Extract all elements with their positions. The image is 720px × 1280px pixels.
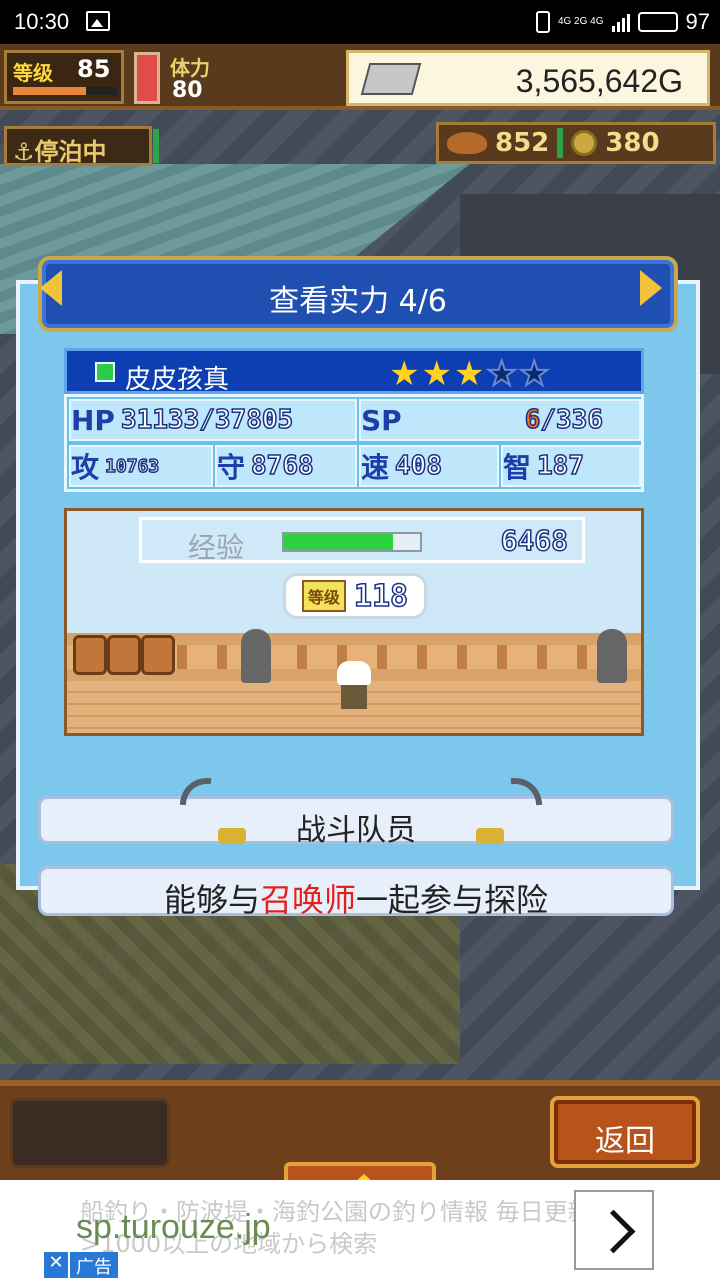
- battery-level: 97: [685, 9, 710, 34]
- exp-value: 6468: [500, 523, 569, 558]
- attack-value: 10763: [104, 455, 160, 478]
- resource-box: 852 380: [436, 122, 716, 164]
- vibrate-icon: [535, 11, 550, 33]
- sp-stat: SP 6 /336: [359, 399, 641, 441]
- shell-count: 852: [495, 128, 550, 158]
- dialog-titlebar: 查看实力 4/6: [38, 256, 678, 332]
- expand-up-button[interactable]: [284, 1162, 436, 1180]
- description-bar: 能够与召唤师一起参与探险: [38, 866, 674, 919]
- hp-value: 31133/37805: [120, 404, 294, 436]
- ad-tag: 广告: [70, 1252, 118, 1278]
- stamina-gauge: [134, 52, 160, 104]
- character-name: 皮皮孩真: [125, 365, 230, 395]
- ad-banner[interactable]: 船釣り・防波堤・海釣公園の釣り情報 毎日更新>1000以上の地域から検索 sp.…: [0, 1180, 720, 1280]
- star-icon: ★: [389, 354, 420, 394]
- sword-hilt-icon: [476, 828, 504, 844]
- top-hud: 等级 85 体力 80 3,565,642G: [0, 44, 720, 110]
- player-level-box: 等级 85: [4, 50, 124, 104]
- rank-stars: ★ ★ ★ ★ ★: [389, 354, 551, 394]
- defense-label: 守: [217, 451, 246, 484]
- next-arrow-icon[interactable]: [640, 270, 662, 306]
- exp-label: 经验: [188, 531, 245, 564]
- back-button[interactable]: 返回: [550, 1096, 700, 1168]
- empty-star-icon: ★: [518, 354, 551, 394]
- sword-hilt-icon: [218, 828, 246, 844]
- stamina-box: 体力 80: [166, 50, 336, 104]
- dialog-title: 查看实力 4/6: [269, 284, 447, 319]
- gold-box: 3,565,642G: [346, 50, 710, 106]
- defense-stat: 守 8768: [215, 445, 357, 487]
- character-sprite: [337, 661, 371, 711]
- barrel-icon: [107, 635, 141, 675]
- battery-icon: [637, 12, 678, 32]
- game-view: 等级 85 体力 80 3,565,642G ⚓停泊中 852 380 查看实力…: [0, 44, 720, 1180]
- stamina-label: 体力: [170, 56, 210, 80]
- character-level-label: 等级: [301, 580, 346, 612]
- description-highlight: 召唤师: [259, 881, 356, 919]
- character-name-bar: 皮皮孩真 ★ ★ ★ ★ ★: [64, 348, 644, 395]
- network-type: 4G 2G 4G: [557, 16, 604, 27]
- role-description: 能够与召唤师一起参与探险: [163, 881, 549, 919]
- attack-label: 攻: [71, 451, 100, 484]
- intellect-value: 187: [536, 450, 584, 482]
- sp-max: /336: [540, 404, 604, 436]
- player-level: 85: [77, 55, 111, 83]
- hp-label: HP: [71, 403, 115, 437]
- empty-slot: [10, 1098, 170, 1168]
- star-icon: ★: [453, 354, 485, 394]
- speed-value: 408: [394, 450, 442, 482]
- image-notification-icon: [86, 11, 110, 31]
- ad-next-button[interactable]: [574, 1190, 654, 1270]
- back-button-label: 返回: [595, 1124, 655, 1159]
- resource-divider: [557, 128, 564, 158]
- exp-bar: 经验 6468: [139, 517, 585, 564]
- gem-icon: [95, 362, 115, 382]
- prev-arrow-icon[interactable]: [40, 270, 62, 306]
- intellect-label: 智: [503, 451, 532, 484]
- signal-icon: [611, 12, 630, 32]
- anchor-status: ⚓停泊中: [4, 126, 159, 166]
- gold-value: 3,565,642G: [515, 63, 683, 99]
- role-label: 战斗队员: [296, 813, 416, 848]
- anchor-status-label: 停泊中: [34, 138, 107, 166]
- stamina-value: 80: [172, 78, 203, 103]
- status-bar: 10:30 4G 2G 4G 97: [0, 0, 720, 44]
- stats-panel: HP 31133/37805 SP 6 /336 攻 10763 守 8768 …: [64, 394, 644, 492]
- ad-close-icon[interactable]: ✕: [44, 1252, 68, 1278]
- cannon-icon: [241, 629, 271, 683]
- level-label: 等级: [13, 61, 53, 85]
- speed-stat: 速 408: [359, 445, 499, 487]
- exp-progress: [282, 532, 422, 552]
- attack-stat: 攻 10763: [69, 445, 213, 487]
- barrel-icon: [141, 635, 175, 675]
- star-icon: ★: [421, 354, 452, 394]
- coin-count: 380: [605, 128, 660, 158]
- character-scene: 经验 6468 等级 118: [64, 508, 644, 736]
- barrel-icon: [73, 635, 107, 675]
- role-bar: 战斗队员: [38, 796, 674, 848]
- player-xp-bar: [13, 87, 117, 95]
- hp-stat: HP 31133/37805: [69, 399, 357, 441]
- sp-label: SP: [361, 403, 402, 437]
- defense-value: 8768: [250, 450, 314, 482]
- cannon-icon: [597, 629, 627, 683]
- gold-bar-icon: [360, 63, 422, 95]
- intellect-stat: 智 187: [501, 445, 641, 487]
- ad-url[interactable]: sp.turouze.jp: [76, 1208, 271, 1247]
- coin-icon: [571, 130, 598, 156]
- speed-label: 速: [361, 451, 390, 484]
- clock: 10:30: [14, 9, 70, 34]
- shell-icon: [447, 132, 487, 154]
- character-level-pill: 等级 118: [283, 573, 427, 619]
- empty-star-icon: ★: [485, 354, 518, 394]
- sp-current: 6: [524, 404, 541, 436]
- character-level: 118: [353, 578, 409, 615]
